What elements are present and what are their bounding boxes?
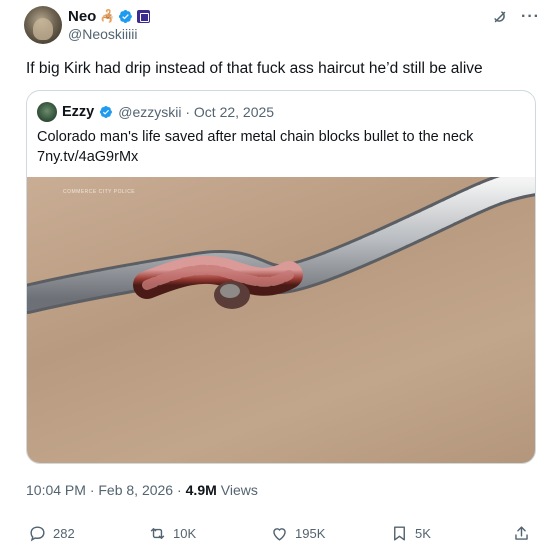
quoted-text-block: Colorado man's life saved after metal ch… [37, 127, 473, 167]
bookmark-count: 5K [415, 526, 431, 541]
views-count: 4.9M [185, 482, 217, 498]
reply-count: 282 [53, 526, 75, 541]
bookmark-icon [394, 526, 405, 541]
reply-icon [30, 526, 45, 542]
quoted-image[interactable]: COMMERCE CITY POLICE [27, 177, 535, 463]
quoted-tweet[interactable]: Ezzy @ezzyskii · Oct 22, 2025 Colorado m… [26, 90, 536, 464]
author-name-row: Neo 🦂 [68, 7, 151, 25]
repost-count: 10K [173, 526, 197, 541]
verified-badge-icon[interactable] [118, 9, 133, 24]
quoted-avatar[interactable] [37, 102, 57, 122]
reply-button[interactable]: 282 [28, 524, 75, 543]
quoted-text: Colorado man's life saved after metal ch… [37, 129, 474, 145]
tweet-top-actions: ··· [491, 8, 540, 26]
quoted-link[interactable]: 7ny.tv/4aG9rMx [37, 147, 473, 167]
chain-photo [27, 177, 535, 314]
share-icon [515, 526, 528, 540]
affiliate-badge-icon[interactable] [137, 9, 151, 23]
repost-button[interactable]: 10K [148, 524, 196, 543]
views-label: Views [220, 482, 258, 498]
like-count: 195K [295, 526, 326, 541]
author-handle[interactable]: @Neoskiiiii [68, 26, 137, 42]
tweet-action-bar: 282 10K 195K 5K [26, 520, 536, 548]
tweet-timestamp-row: 10:04 PM · Feb 8, 2026 · 4.9M Views [26, 482, 258, 498]
quoted-meta: @ezzyskii · Oct 22, 2025 [118, 104, 275, 120]
grok-icon[interactable] [491, 8, 509, 26]
more-icon[interactable]: ··· [521, 9, 540, 25]
like-button[interactable]: 195K [270, 524, 325, 543]
like-icon [273, 528, 286, 541]
repost-icon [150, 528, 165, 539]
author-avatar[interactable] [24, 6, 62, 44]
bookmark-button[interactable]: 5K [390, 524, 431, 543]
quoted-header: Ezzy @ezzyskii · Oct 22, 2025 [37, 102, 274, 122]
tweet-text: If big Kirk had drip instead of that fuc… [26, 60, 483, 77]
tweet-timestamp[interactable]: 10:04 PM · Feb 8, 2026 · [26, 482, 182, 498]
author-name-emoji: 🦂 [100, 9, 115, 23]
author-display-name[interactable]: Neo [68, 8, 96, 25]
share-button[interactable] [512, 524, 531, 543]
verified-badge-icon[interactable] [99, 105, 113, 119]
quoted-display-name[interactable]: Ezzy [62, 104, 94, 120]
